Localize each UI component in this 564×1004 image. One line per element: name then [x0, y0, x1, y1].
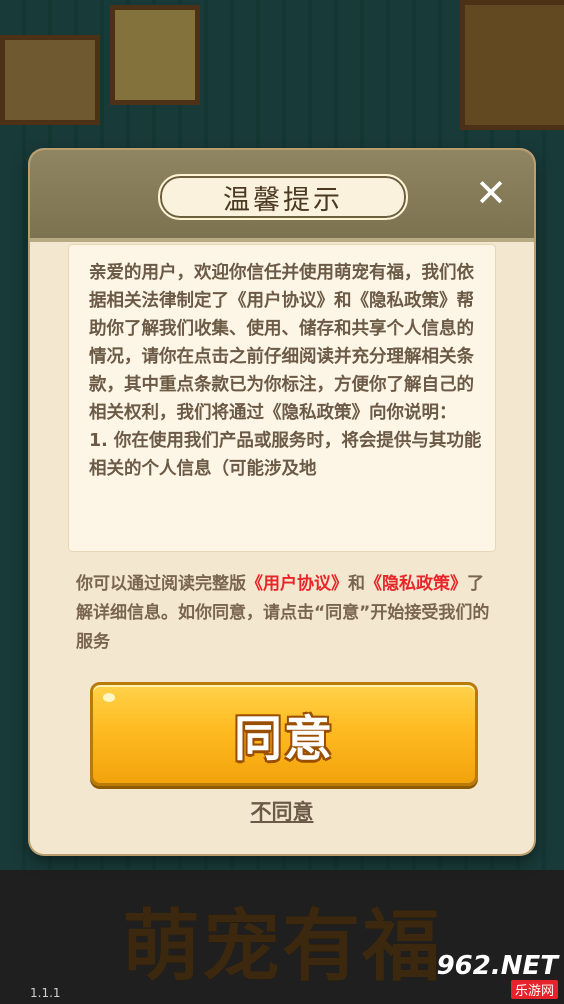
- user-agreement-link[interactable]: 《用户协议》: [246, 574, 348, 594]
- button-shine: [103, 693, 115, 702]
- agreement-text: 亲爱的用户，欢迎你信任并使用萌宠有福，我们依据相关法律制定了《用户协议》和《隐私…: [89, 263, 482, 479]
- notice-and: 和: [348, 574, 365, 594]
- dialog-title: 温馨提示: [158, 174, 408, 220]
- privacy-policy-link[interactable]: 《隐私政策》: [365, 574, 467, 594]
- version-label: 1.1.1: [30, 986, 61, 1000]
- site-watermark: 962.NET 乐游网: [428, 952, 558, 1000]
- privacy-dialog: 温馨提示 ✕ 亲爱的用户，欢迎你信任并使用萌宠有福，我们依据相关法律制定了《用户…: [30, 150, 534, 854]
- notice-text: 你可以通过阅读完整版《用户协议》和《隐私政策》了解详细信息。如你同意，请点击“同…: [76, 570, 496, 657]
- watermark-subtitle: 乐游网: [510, 980, 558, 999]
- agree-button[interactable]: 同意: [90, 682, 478, 786]
- close-icon[interactable]: ✕: [468, 170, 514, 216]
- agreement-scroll-box[interactable]: 亲爱的用户，欢迎你信任并使用萌宠有福，我们依据相关法律制定了《用户协议》和《隐私…: [68, 244, 496, 552]
- notice-prefix: 你可以通过阅读完整版: [76, 574, 246, 594]
- watermark-logo: 962.NET: [436, 951, 558, 981]
- agree-button-label: 同意: [233, 711, 334, 767]
- dialog-header-divider: [30, 238, 534, 242]
- disagree-button[interactable]: 不同意: [30, 796, 534, 826]
